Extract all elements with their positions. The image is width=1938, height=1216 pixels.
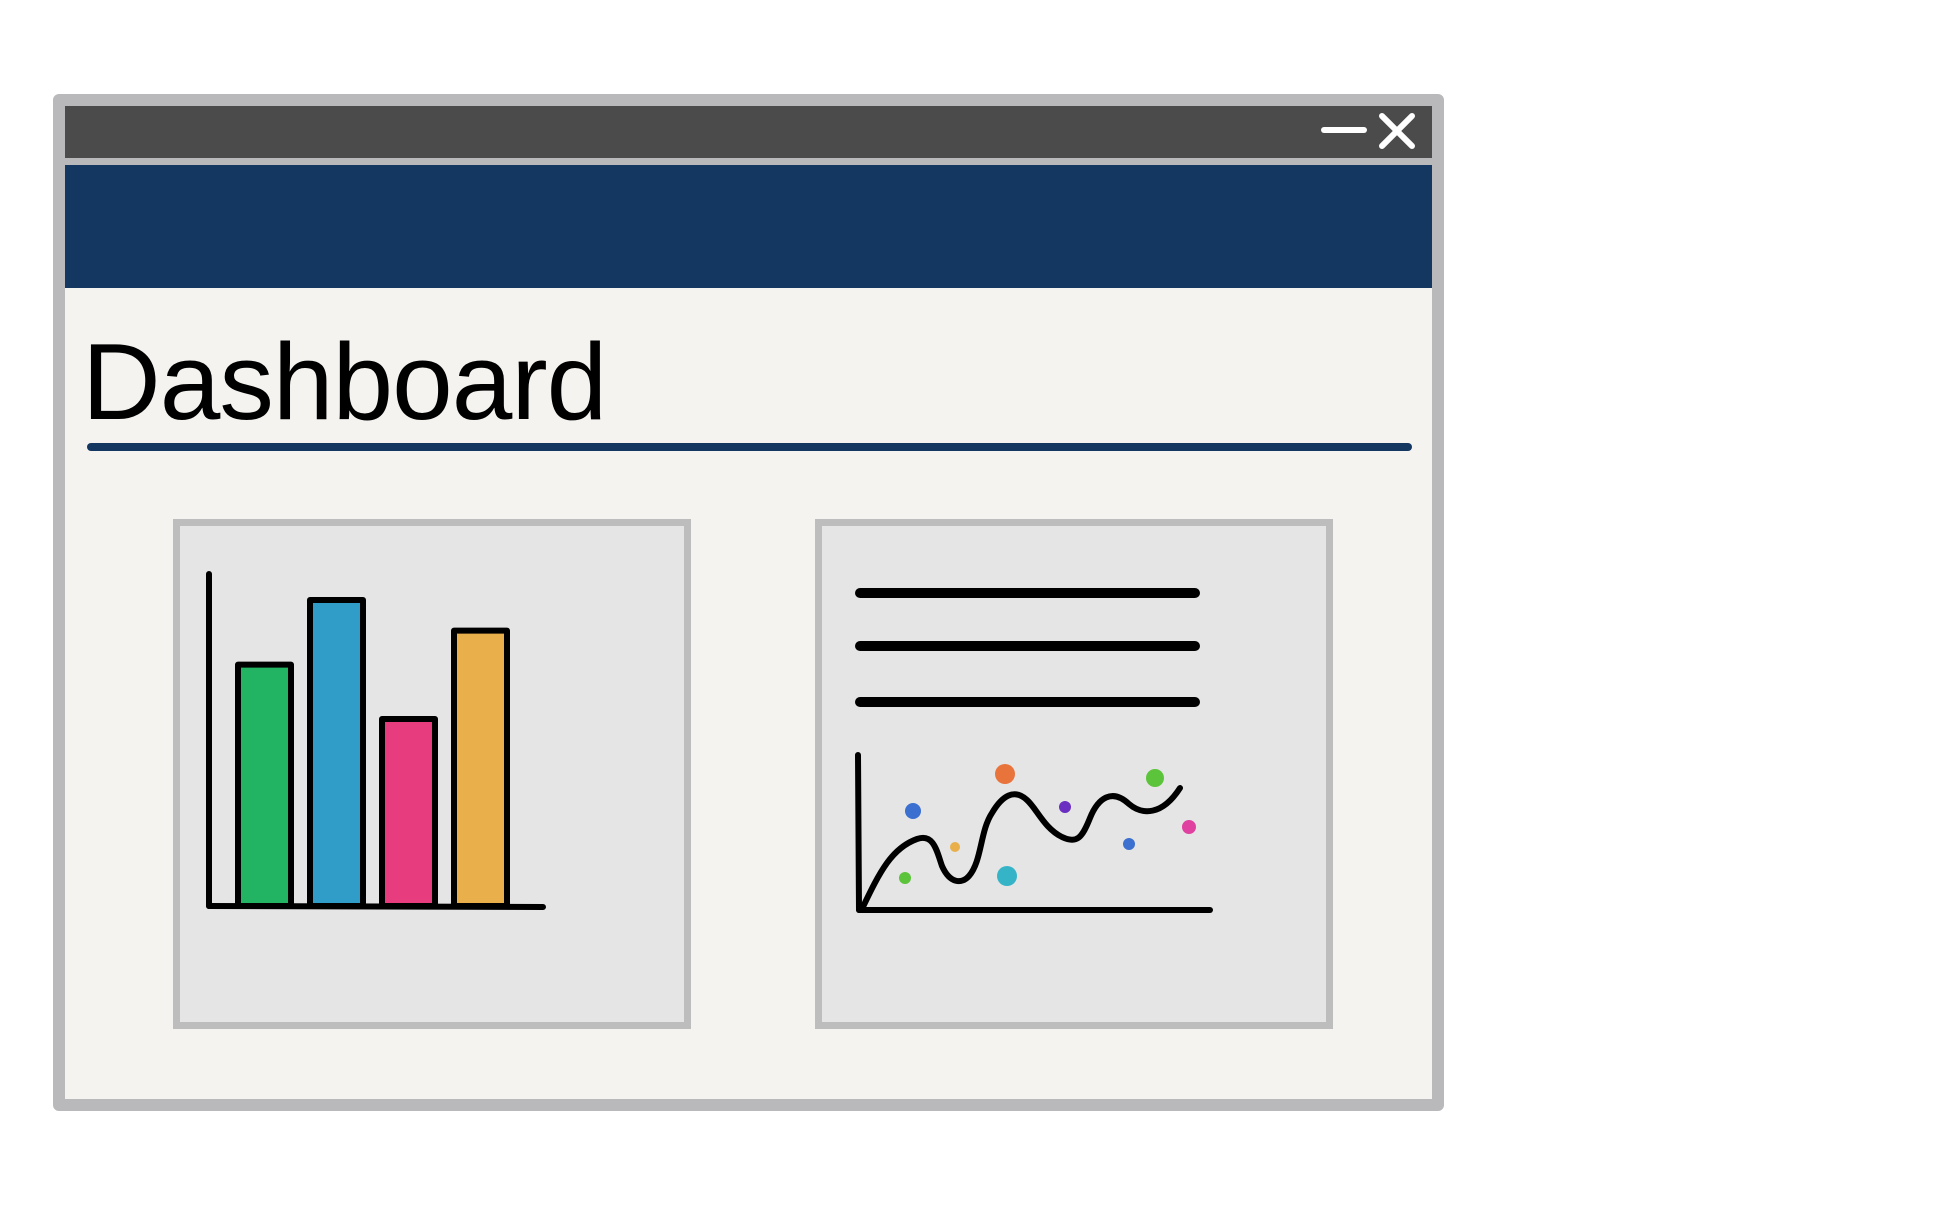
title-bar[interactable] bbox=[65, 106, 1432, 165]
scatter-dot bbox=[1182, 820, 1196, 834]
bar-chart-icon bbox=[206, 571, 546, 910]
close-button[interactable] bbox=[1370, 106, 1422, 158]
bar bbox=[451, 627, 510, 909]
header-banner bbox=[65, 165, 1432, 288]
scatter-dot bbox=[950, 842, 960, 852]
close-icon bbox=[1379, 113, 1415, 149]
scatter-dot bbox=[1059, 801, 1071, 813]
scatter-dot bbox=[899, 872, 911, 884]
minimize-button[interactable] bbox=[1318, 106, 1370, 158]
scatter-dot bbox=[905, 803, 921, 819]
title-divider bbox=[87, 443, 1412, 451]
minimize-icon bbox=[1321, 127, 1367, 133]
app-window: Dashboard bbox=[53, 94, 1444, 1111]
scatter-dot bbox=[997, 866, 1017, 886]
report-card[interactable] bbox=[815, 519, 1333, 1029]
bar bbox=[235, 661, 294, 909]
bar-chart-card[interactable] bbox=[173, 519, 691, 1029]
bar bbox=[307, 597, 366, 909]
bar bbox=[379, 716, 438, 909]
scatter-dot bbox=[1123, 838, 1135, 850]
scatter-dot bbox=[1146, 769, 1164, 787]
line-chart-icon bbox=[855, 588, 1213, 913]
page-title: Dashboard bbox=[82, 321, 607, 443]
scatter-dot bbox=[995, 764, 1015, 784]
